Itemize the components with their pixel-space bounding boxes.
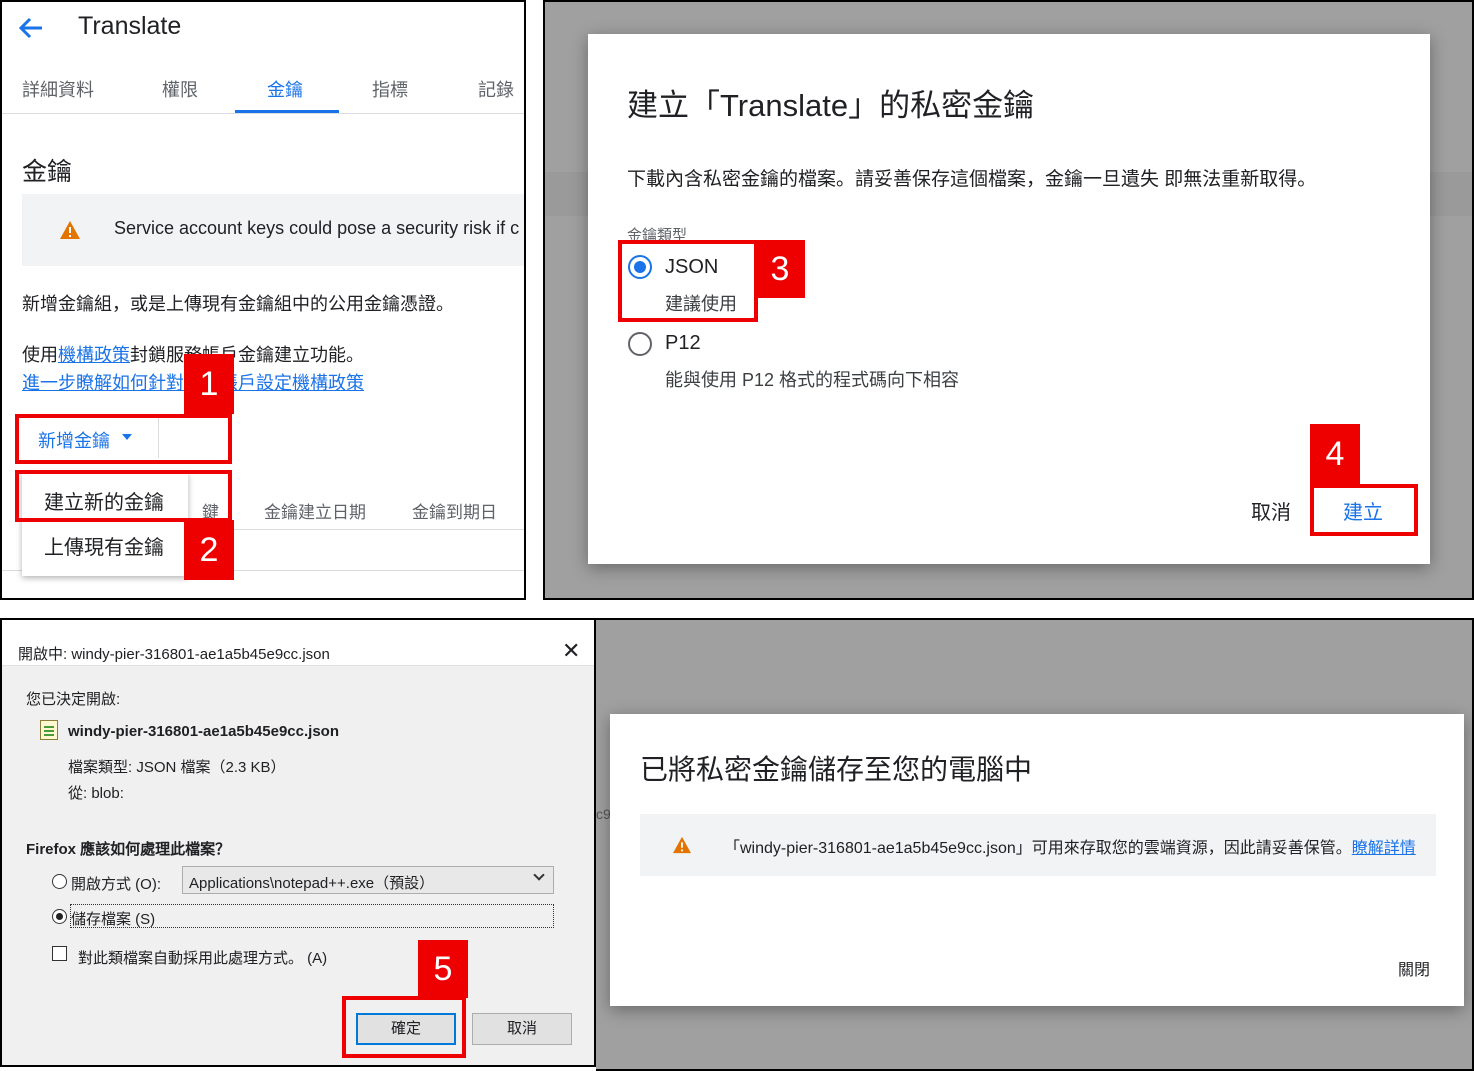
table-header-divider [188,529,524,530]
cancel-button[interactable]: 取消 [472,1013,572,1045]
radio-save-file[interactable] [52,909,67,924]
application-select-value: Applications\notepad++.exe（預設） [189,875,435,892]
file-icon [40,720,58,740]
file-source: 從: blob: [68,785,124,802]
warning-icon [673,836,691,854]
page-title: Translate [78,12,182,40]
back-arrow-icon[interactable] [16,14,46,42]
saved-warning-text: 「windy-pier-316801-ae1a5b45e9cc.json」可用來… [724,834,1416,858]
warning-text: Service account keys could pose a securi… [114,218,520,238]
auto-handle-checkbox[interactable] [52,946,67,961]
auto-handle-label[interactable]: 對此類檔案自動採用此處理方式。 (A) [78,947,327,968]
firefox-open-dialog: 開啟中: windy-pier-316801-ae1a5b45e9cc.json… [0,618,596,1067]
tab-metrics[interactable]: 指標 [372,76,408,102]
dialog-title: 已將私密金鑰儲存至您的電腦中 [640,754,1033,785]
save-file-label[interactable]: 儲存檔案 (S) [71,908,155,929]
dialog-description: 下載內含私密金鑰的檔案。請妥善保存這個檔案，金鑰一旦遺失 即無法重新取得。 [627,169,1317,190]
highlight-add-key [15,414,232,464]
tabs-divider [2,113,524,114]
cancel-button[interactable]: 取消 [1251,496,1291,525]
learn-more-link[interactable]: 瞭解詳情 [1352,840,1416,857]
file-name: windy-pier-316801-ae1a5b45e9cc.json [68,723,339,740]
background-page-text: c9 [596,806,611,822]
open-with-label[interactable]: 開啟方式 (O): [71,873,161,894]
service-account-keys-panel: Translate 詳細資料 權限 金鑰 指標 記錄 金鑰 Service ac… [0,0,526,600]
keys-description: 新增金鑰組，或是上傳現有金鑰組中的公用金鑰憑證。 [22,294,454,314]
tab-permissions[interactable]: 權限 [162,76,198,102]
policy-text-prefix: 使用 [22,345,58,365]
saved-warning-message: 「windy-pier-316801-ae1a5b45e9cc.json」可用來… [724,840,1352,857]
radio-p12[interactable] [628,332,652,356]
create-private-key-panel: 建立「Translate」的私密金鑰 下載內含私密金鑰的檔案。請妥善保存這個檔案… [543,0,1474,600]
close-button[interactable]: 關閉 [1398,956,1430,980]
radio-selected-dot [56,913,63,920]
menu-item-upload-key[interactable]: 上傳現有金鑰 [44,531,164,560]
tab-logs[interactable]: 記錄 [478,76,514,102]
radio-open-with[interactable] [52,874,67,889]
window-title: 開啟中: windy-pier-316801-ae1a5b45e9cc.json [18,646,330,663]
highlight-ok [342,996,466,1058]
highlight-json [618,240,758,322]
key-saved-panel: c9 已將私密金鑰儲存至您的電腦中 「windy-pier-316801-ae1… [596,618,1474,1071]
policy-text-suffix: 封鎖服務帳戶金鑰建立功能。 [130,345,364,365]
step-badge-1: 1 [184,354,234,414]
option-p12-label[interactable]: P12 [665,332,701,355]
table-header-created: 金鑰建立日期 [264,503,366,522]
section-title: 金鑰 [22,158,73,186]
option-p12-sub: 能與使用 P12 格式的程式碼向下相容 [665,370,960,390]
step-badge-2: 2 [184,520,234,580]
close-icon[interactable]: ✕ [562,638,580,664]
org-policy-link[interactable]: 機構政策 [58,345,130,365]
highlight-create [1310,484,1418,536]
warning-icon [60,221,80,239]
decided-label: 您已決定開啟: [26,691,121,708]
file-type: 檔案類型: JSON 檔案（2.3 KB） [68,759,286,776]
tab-details[interactable]: 詳細資料 [22,76,94,102]
handling-question: Firefox 應該如何處理此檔案？ [26,841,231,858]
dialog-title: 建立「Translate」的私密金鑰 [627,88,1035,123]
tab-keys[interactable]: 金鑰 [267,76,303,102]
table-header-expires: 金鑰到期日 [412,503,497,522]
step-badge-5: 5 [418,940,468,998]
highlight-create-key [15,470,232,522]
step-badge-4: 4 [1310,424,1360,484]
step-badge-3: 3 [755,240,805,298]
